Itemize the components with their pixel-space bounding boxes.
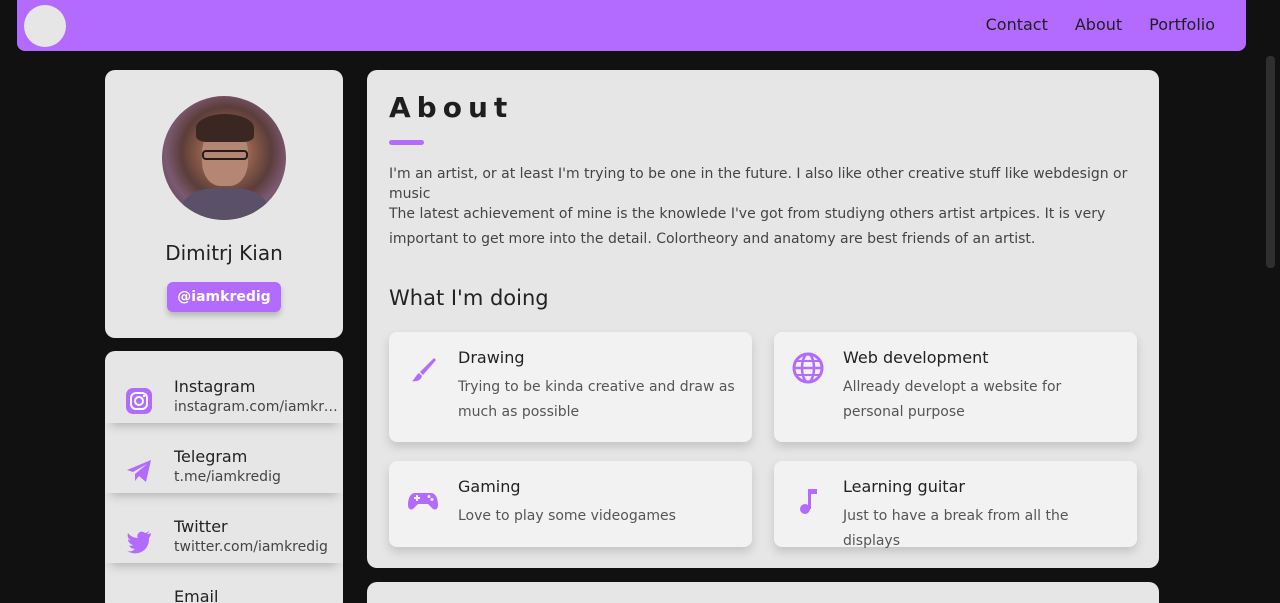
title-underline (389, 140, 424, 145)
telegram-icon (127, 460, 151, 482)
about-card: About I'm an artist, or at least I'm try… (367, 70, 1159, 568)
gamepad-icon (408, 493, 438, 510)
about-paragraph-2: The latest achievement of mine is the kn… (389, 206, 1106, 247)
profile-name: Dimitrj Kian (165, 241, 283, 265)
brush-icon (412, 358, 436, 382)
twitter-icon (127, 531, 151, 554)
profile-card: Dimitrj Kian @iamkredig (105, 70, 343, 338)
service-card-web-development: Web development Allready developt a webs… (774, 332, 1137, 442)
social-item-instagram[interactable]: Instagram instagram.com/iamkredig (105, 377, 343, 423)
service-card-gaming: Gaming Love to play some videogames (389, 461, 752, 547)
email-icon (125, 597, 153, 603)
service-title-drawing: Drawing (458, 348, 525, 367)
service-desc-web-development: Allready developt a website for personal… (843, 379, 1062, 420)
social-value-twitter: twitter.com/iamkredig (174, 539, 328, 555)
social-value-instagram: instagram.com/iamkredig (174, 399, 338, 415)
instagram-icon (126, 388, 152, 414)
service-desc-gaming: Love to play some videogames (458, 508, 676, 524)
social-title-instagram: Instagram (174, 377, 256, 396)
about-paragraph-1: I'm an artist, or at least I'm trying to… (389, 166, 1128, 202)
about-title: About (389, 91, 514, 124)
social-title-twitter: Twitter (174, 517, 228, 536)
music-note-icon (800, 489, 817, 514)
service-card-drawing: Drawing Trying to be kinda creative and … (389, 332, 752, 442)
nav-link-portfolio[interactable]: Portfolio (1149, 15, 1215, 34)
social-item-email[interactable]: Email (105, 587, 343, 603)
social-title-email: Email (174, 587, 219, 603)
nav-link-about[interactable]: About (1075, 15, 1122, 34)
social-value-telegram: t.me/iamkredig (174, 469, 281, 485)
service-desc-drawing: Trying to be kinda creative and draw as … (458, 379, 735, 420)
handle-badge[interactable]: @iamkredig (167, 282, 281, 312)
logo-circle[interactable] (24, 5, 66, 47)
social-item-telegram[interactable]: Telegram t.me/iamkredig (105, 447, 343, 493)
doing-title: What I'm doing (389, 286, 549, 310)
service-desc-learning-guitar: Just to have a break from all the displa… (843, 508, 1069, 549)
social-item-twitter[interactable]: Twitter twitter.com/iamkredig (105, 517, 343, 563)
service-title-gaming: Gaming (458, 477, 521, 496)
service-title-web-development: Web development (843, 348, 989, 367)
page-scrollbar[interactable] (1266, 56, 1275, 268)
nav-links: Contact About Portfolio (986, 15, 1215, 34)
avatar (162, 96, 286, 220)
globe-icon (792, 352, 824, 384)
service-title-learning-guitar: Learning guitar (843, 477, 965, 496)
nav-link-contact[interactable]: Contact (986, 15, 1048, 34)
socials-card: Instagram instagram.com/iamkredig Telegr… (105, 351, 343, 603)
next-section-card (367, 582, 1159, 603)
top-navbar: Contact About Portfolio (17, 0, 1246, 51)
service-card-learning-guitar: Learning guitar Just to have a break fro… (774, 461, 1137, 549)
social-title-telegram: Telegram (174, 447, 248, 466)
